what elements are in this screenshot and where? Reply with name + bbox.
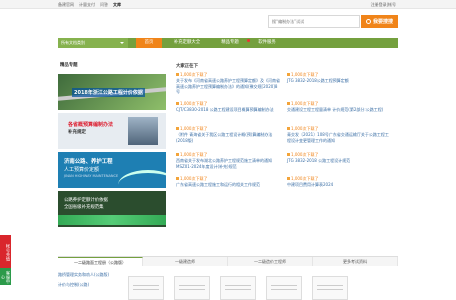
recommend-item-title[interactable]: JTG 3832-2018 公路工程设计规范 — [287, 158, 391, 164]
banner-subtext: 人工预算价定额 — [64, 167, 100, 173]
banner-subtext: 全国省级补充规范集 — [64, 205, 104, 210]
recommend-item[interactable]: 1,000次下载了 广东省高速公路工程施工和运行的相关工作规范 — [176, 176, 280, 188]
recommend-item[interactable]: 1,000次下载了 关于发布《河南省高速公路养护工程预算定额》及《河南省高速公路… — [176, 72, 280, 95]
customer-service-button[interactable]: 客服中心 — [0, 268, 11, 285]
recommend-title: 大家正在下 — [176, 64, 198, 69]
top-link-official[interactable]: 备建官网 — [58, 2, 74, 8]
top-bar: 备建官网 计量支付 问答 文库 注册登录|帐号 — [0, 0, 456, 9]
category-select[interactable]: 所有文档类别 — [58, 38, 128, 48]
tab-more-materials[interactable]: 更多考试资料 — [313, 257, 398, 266]
star-icon — [176, 127, 179, 130]
recommend-item-title[interactable]: 青交发〔2021〕108号广东省交通运输厅关于公路工程工程设计变更管理工作的通知 — [287, 132, 391, 143]
banner-subtext: 补充规定 — [68, 130, 86, 135]
document-thumbnail[interactable] — [312, 276, 348, 300]
tab-cost-engineer[interactable]: 一二级造价工程师 — [228, 257, 313, 266]
banner-text: 2018年浙江公路工程计价依据 — [72, 88, 145, 97]
document-thumbnail[interactable] — [266, 276, 302, 300]
banner-zhejiang-pricing[interactable]: 2018年浙江公路工程计价依据 — [58, 74, 166, 110]
recommend-item-title[interactable]: 中建项目费用计算表2024 — [287, 182, 391, 188]
banner-text: 公路养护定额计价依据 — [64, 198, 108, 203]
exam-thumbnails — [128, 276, 348, 300]
search-button[interactable]: 我要搜搜 — [361, 15, 398, 28]
star-icon — [176, 73, 179, 76]
recommend-item[interactable]: 1,000次下载了 中建项目费用计算表2024 — [287, 176, 391, 188]
recommend-item[interactable]: 1,000次下载了 （附件 青海省关于我区公路工程设计概(预)算编制办法(201… — [176, 126, 280, 143]
star-icon — [287, 153, 290, 156]
exam-side-list: 路桥管理实务和劝人(公路版) 计价与控制(公路) — [58, 272, 109, 292]
star-icon — [287, 127, 290, 130]
recommend-item-title[interactable]: JTG 3832-2018公路工程预算定额 — [287, 78, 391, 84]
top-links: 备建官网 计量支付 问答 文库 — [58, 2, 121, 8]
exam-tabs: 一二级路面工程册（公路版） 一级建造师 一二级造价工程师 更多考试资料 — [58, 257, 398, 266]
exam-materials-section: 一二级路面工程册（公路版） 一级建造师 一二级造价工程师 更多考试资料 路桥管理… — [58, 256, 398, 300]
main-nav: 所有文档类别 首页 补充定额大全 精品专题 软件服务 — [58, 38, 398, 48]
exam-side-item[interactable]: 路桥管理实务和劝人(公路版) — [58, 272, 109, 278]
building-image — [128, 117, 158, 145]
recommend-item[interactable]: 1,000次下载了 JTG 3832-2018 公路工程设计规范 — [287, 152, 391, 164]
recommend-item-title[interactable]: 西南省关于发布湖北公路养护工程规范施工清单的通知MSZ01-2024年度设计(补… — [176, 158, 280, 169]
nav-featured-topics-label: 精品专题 — [221, 40, 239, 45]
banner-english-text: JINAN HIGHWAY MAINTENANCE — [64, 174, 119, 178]
nav-software-service[interactable]: 软件服务 — [250, 38, 284, 48]
login-register-link[interactable]: 注册登录|帐号 — [371, 2, 396, 8]
banner-text: 各省概预算编制办法 — [68, 122, 114, 128]
exam-side-item[interactable]: 计价与控制(公路) — [58, 282, 109, 288]
banner-text: 济南公路、养护工程 — [64, 159, 113, 165]
recommend-item[interactable]: 1,000次下载了 青交发〔2021〕108号广东省交通运输厅关于公路工程工程设… — [287, 126, 391, 143]
recommend-item[interactable]: 1,000次下载了 西南省关于发布湖北公路养护工程规范施工清单的通知MSZ01-… — [176, 152, 280, 169]
account-recharge-button[interactable]: 帐号充值 — [0, 235, 11, 268]
search-box — [268, 15, 360, 28]
nav-supplement-quota[interactable]: 补充定额大全 — [164, 38, 210, 48]
document-thumbnail[interactable] — [220, 276, 256, 300]
document-thumbnail[interactable] — [174, 276, 210, 300]
category-select-label: 所有文档类别 — [61, 40, 85, 45]
search-button-label: 我要搜搜 — [372, 19, 393, 25]
star-icon — [176, 153, 179, 156]
document-thumbnail[interactable] — [128, 276, 164, 300]
recommend-item-title[interactable]: 关于发布《河南省高速公路养护工程预算定额》及《河南省高速公路养护工程预算编制办法… — [176, 78, 280, 95]
search-icon — [365, 19, 371, 24]
banner-jinan-maintenance[interactable]: 济南公路、养护工程 人工预算价定额 JINAN HIGHWAY MAINTENA… — [58, 152, 166, 188]
top-link-library[interactable]: 文库 — [113, 2, 121, 8]
recommend-item[interactable]: 1,000次下载了 JTG 3832-2018公路工程预算定额 — [287, 72, 391, 84]
floating-side-bar: 帐号充值 客服中心 — [0, 235, 11, 285]
banner-maintenance-quota[interactable]: 公路养护定额计价依据 全国省级补充规范集 — [58, 191, 166, 227]
tab-road-engineering[interactable]: 一二级路面工程册（公路版） — [58, 257, 143, 266]
star-icon — [176, 102, 179, 105]
recommend-item-title[interactable]: 广东省高速公路工程施工和运行的相关工作规范 — [176, 182, 280, 188]
top-link-payment[interactable]: 计量支付 — [79, 2, 95, 8]
recommend-item-title[interactable]: 交通建设工程工程量清单 计价规范(第2部分:公路工程) — [287, 107, 391, 113]
banner-provincial-methods[interactable]: 各省概预算编制办法 补充规定 — [58, 113, 166, 149]
recommend-item-title[interactable]: （附件 青海省关于我区公路工程设计概(预)算编制办法(2018版) — [176, 132, 280, 143]
star-icon — [287, 73, 290, 76]
star-icon — [287, 102, 290, 105]
nav-featured-topics[interactable]: 精品专题 — [212, 38, 250, 48]
featured-panel-title: 精品专题 — [60, 63, 78, 68]
star-icon — [287, 177, 290, 180]
search-input[interactable] — [269, 16, 359, 27]
top-link-qa[interactable]: 问答 — [100, 2, 108, 8]
nav-home[interactable]: 首页 — [136, 38, 162, 48]
chevron-down-icon — [120, 42, 124, 44]
recommend-item-title[interactable]: CJT/C3830-2018 公路工程建设项目概算预算编制办法 — [176, 107, 280, 113]
star-icon — [176, 177, 179, 180]
bridge-arc-graphic — [118, 170, 166, 188]
tab-constructor[interactable]: 一级建造师 — [143, 257, 228, 266]
chart-graphic — [58, 215, 166, 225]
recommend-item[interactable]: 1,000次下载了 交通建设工程工程量清单 计价规范(第2部分:公路工程) — [287, 101, 391, 113]
recommend-item[interactable]: 1,000次下载了 CJT/C3830-2018 公路工程建设项目概算预算编制办… — [176, 101, 280, 113]
